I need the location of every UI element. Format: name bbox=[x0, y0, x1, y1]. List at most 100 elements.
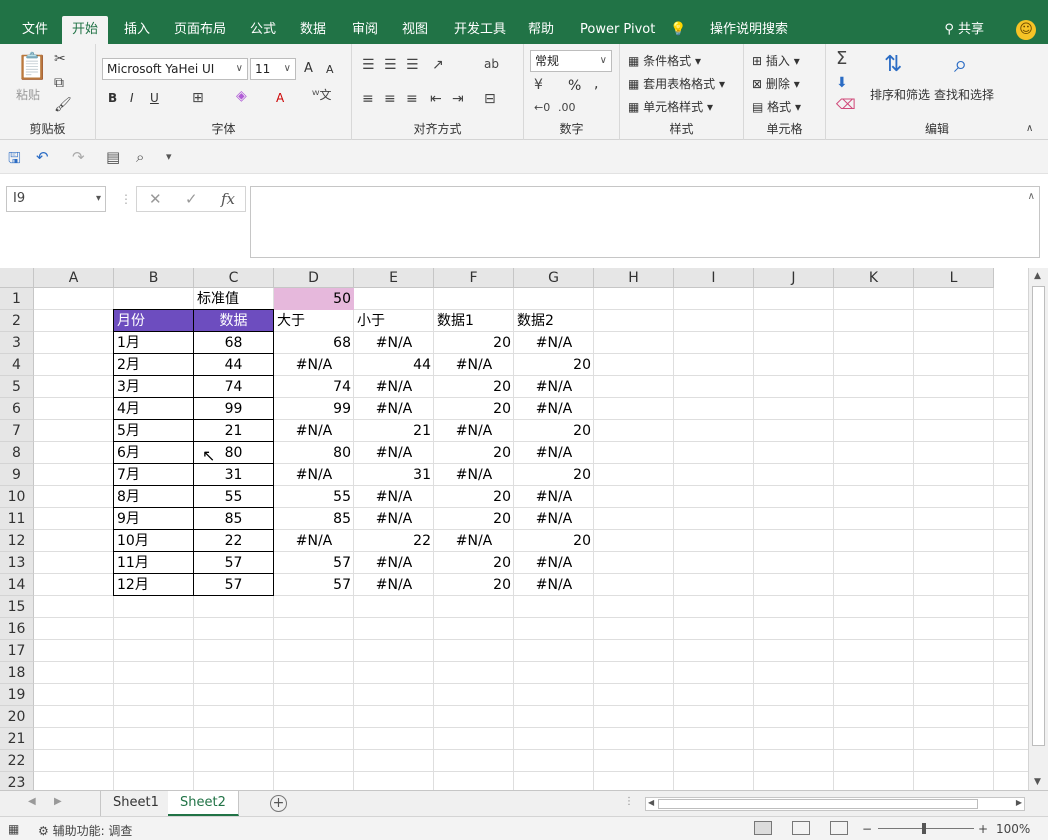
font-color-button[interactable]: A bbox=[276, 91, 284, 105]
cell-g5[interactable]: #N/A bbox=[514, 376, 594, 398]
search-icon[interactable]: ⌕ bbox=[954, 52, 967, 76]
sort-filter-icon[interactable]: ⇅ bbox=[884, 54, 902, 76]
cell-e7[interactable]: 21 bbox=[354, 420, 434, 442]
cell-f4[interactable]: #N/A bbox=[434, 354, 514, 376]
cell-b4[interactable]: 2月 bbox=[113, 353, 194, 376]
prev-sheet-icon[interactable]: ◀ bbox=[28, 796, 36, 807]
cell-g12[interactable]: 20 bbox=[514, 530, 594, 552]
tab-9[interactable]: 帮助 bbox=[518, 16, 564, 44]
tab-6[interactable]: 审阅 bbox=[342, 16, 388, 44]
worksheet-grid[interactable]: A B C D E F G H I J K L 1 2 3 4 5 6 7 8 9 10 11 12 13 14 15 16 17 18 1… bbox=[0, 268, 1028, 790]
paste-icon[interactable]: 📋 bbox=[16, 54, 48, 80]
cell-c11[interactable]: 85 bbox=[193, 507, 274, 530]
cell-d10[interactable]: 55 bbox=[274, 486, 354, 508]
cell-g6[interactable]: #N/A bbox=[514, 398, 594, 420]
font-name-combo[interactable]: Microsoft YaHei UI ∨ bbox=[102, 58, 248, 80]
italic-button[interactable]: I bbox=[130, 91, 134, 105]
cell-b9[interactable]: 7月 bbox=[113, 463, 194, 486]
print-preview-icon[interactable]: ⌕ bbox=[136, 148, 144, 166]
horizontal-scroll-thumb[interactable] bbox=[658, 799, 978, 809]
cell-b13[interactable]: 11月 bbox=[113, 551, 194, 574]
scroll-up-icon[interactable]: ▲ bbox=[1034, 271, 1041, 281]
row-header-17[interactable]: 17 bbox=[0, 640, 34, 662]
row-header-22[interactable]: 22 bbox=[0, 750, 34, 772]
align-middle-icon[interactable]: ☰ bbox=[384, 58, 397, 72]
row-header-7[interactable]: 7 bbox=[0, 420, 34, 442]
tab-3[interactable]: 页面布局 bbox=[164, 16, 236, 44]
customize-toolbar-icon[interactable]: ▾ bbox=[166, 150, 172, 163]
cell-g10[interactable]: #N/A bbox=[514, 486, 594, 508]
format-cells-button[interactable]: ▤ 格式 ▾ bbox=[752, 98, 801, 115]
row-header-19[interactable]: 19 bbox=[0, 684, 34, 706]
macro-record-icon[interactable]: ▦ bbox=[8, 822, 19, 836]
cell-d4[interactable]: #N/A bbox=[274, 354, 354, 376]
find-select-button[interactable]: 查找和选择 bbox=[934, 86, 994, 103]
row-header-8[interactable]: 8 bbox=[0, 442, 34, 464]
cell-f2[interactable]: 数据1 bbox=[434, 310, 514, 332]
align-left-icon[interactable]: ≡ bbox=[362, 92, 374, 106]
cell-c9[interactable]: 31 bbox=[193, 463, 274, 486]
bold-button[interactable]: B bbox=[108, 91, 117, 105]
tab-splitter-icon[interactable]: ⋮ bbox=[624, 796, 634, 807]
cell-c10[interactable]: 55 bbox=[193, 485, 274, 508]
collapse-formula-icon[interactable]: ∧ bbox=[1028, 191, 1035, 202]
cell-e14[interactable]: #N/A bbox=[354, 574, 434, 596]
row-header-11[interactable]: 11 bbox=[0, 508, 34, 530]
sheet-tab-sheet1[interactable]: Sheet1 bbox=[100, 791, 172, 816]
insert-cells-button[interactable]: ⊞ 插入 ▾ bbox=[752, 52, 800, 69]
cell-d6[interactable]: 99 bbox=[274, 398, 354, 420]
cell-f12[interactable]: #N/A bbox=[434, 530, 514, 552]
cell-d7[interactable]: #N/A bbox=[274, 420, 354, 442]
clear-icon[interactable]: ⌫ bbox=[836, 98, 856, 112]
delete-cells-button[interactable]: ⊠ 删除 ▾ bbox=[752, 75, 800, 92]
shrink-font-button[interactable]: A bbox=[326, 63, 334, 76]
cell-d9[interactable]: #N/A bbox=[274, 464, 354, 486]
cell-f14[interactable]: 20 bbox=[434, 574, 514, 596]
cell-g3[interactable]: #N/A bbox=[514, 332, 594, 354]
cell-f9[interactable]: #N/A bbox=[434, 464, 514, 486]
grow-font-button[interactable]: A bbox=[304, 61, 313, 76]
row-header-18[interactable]: 18 bbox=[0, 662, 34, 684]
cell-d1[interactable]: 50 bbox=[274, 288, 354, 310]
cell-c6[interactable]: 99 bbox=[193, 397, 274, 420]
insert-function-icon[interactable]: fx bbox=[221, 190, 235, 208]
vertical-scroll-thumb[interactable] bbox=[1032, 286, 1045, 746]
accessibility-status[interactable]: ⚙ 辅助功能: 调查 bbox=[38, 822, 132, 839]
cell-b11[interactable]: 9月 bbox=[113, 507, 194, 530]
cell-e9[interactable]: 31 bbox=[354, 464, 434, 486]
wrap-text-icon[interactable]: ab bbox=[484, 58, 499, 70]
row-header-23[interactable]: 23 bbox=[0, 772, 34, 790]
sheet-tab-sheet2[interactable]: Sheet2 bbox=[168, 791, 239, 816]
cell-b7[interactable]: 5月 bbox=[113, 419, 194, 442]
cell-g8[interactable]: #N/A bbox=[514, 442, 594, 464]
autosum-icon[interactable]: Σ bbox=[836, 50, 847, 68]
normal-view-icon[interactable] bbox=[754, 821, 772, 835]
tab-4[interactable]: 公式 bbox=[240, 16, 286, 44]
page-break-view-icon[interactable] bbox=[830, 821, 848, 835]
merge-center-icon[interactable]: ⊟ bbox=[484, 92, 496, 106]
cell-b2[interactable]: 月份 bbox=[113, 309, 194, 332]
tab-1[interactable]: 开始 bbox=[62, 16, 109, 44]
cell-c12[interactable]: 22 bbox=[193, 529, 274, 552]
cell-b5[interactable]: 3月 bbox=[113, 375, 194, 398]
row-header-4[interactable]: 4 bbox=[0, 354, 34, 376]
cell-b10[interactable]: 8月 bbox=[113, 485, 194, 508]
cell-f3[interactable]: 20 bbox=[434, 332, 514, 354]
zoom-slider[interactable] bbox=[878, 828, 974, 829]
scroll-left-icon[interactable]: ◀ bbox=[648, 798, 654, 807]
increase-decimal-icon[interactable]: ←0 bbox=[534, 102, 550, 113]
name-box[interactable]: I9 ▾ bbox=[6, 186, 106, 212]
row-header-14[interactable]: 14 bbox=[0, 574, 34, 596]
page-layout-view-icon[interactable] bbox=[792, 821, 810, 835]
cell-f8[interactable]: 20 bbox=[434, 442, 514, 464]
cell-e4[interactable]: 44 bbox=[354, 354, 434, 376]
cell-e2[interactable]: 小于 bbox=[354, 310, 434, 332]
next-sheet-icon[interactable]: ▶ bbox=[54, 796, 62, 807]
tab-10[interactable]: Power Pivot bbox=[570, 16, 665, 44]
orientation-icon[interactable]: ↗ bbox=[432, 58, 444, 72]
tab-5[interactable]: 数据 bbox=[290, 16, 336, 44]
row-header-21[interactable]: 21 bbox=[0, 728, 34, 750]
border-icon[interactable]: ⊞ bbox=[192, 91, 204, 105]
column-header-d[interactable]: D bbox=[274, 268, 354, 288]
tab-7[interactable]: 视图 bbox=[392, 16, 438, 44]
